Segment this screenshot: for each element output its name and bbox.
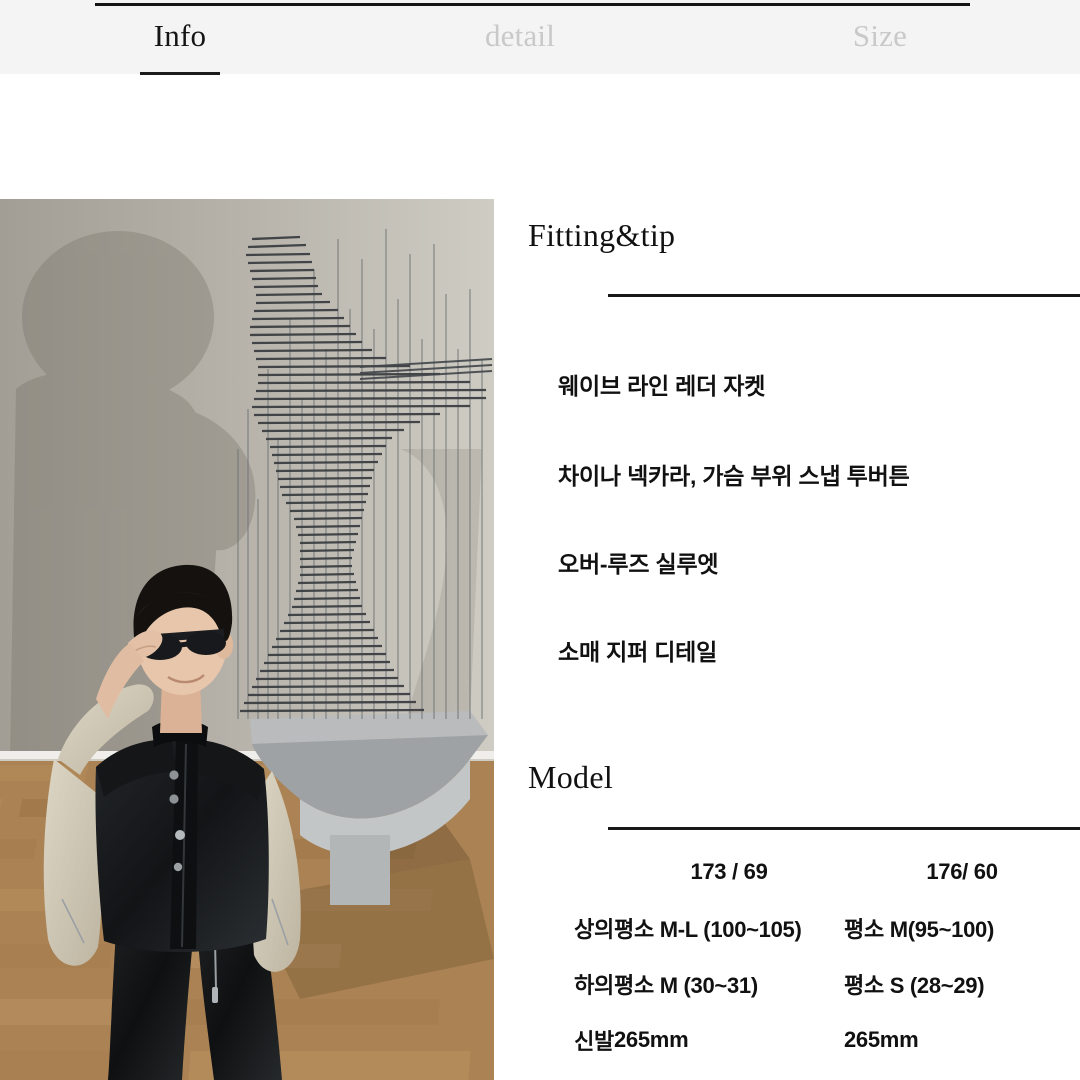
tab-size-label: Size	[852, 17, 908, 53]
tab-detail[interactable]: detail	[360, 20, 680, 55]
table-row: 상의 평소 M-L (100~105) 평소 M(95~100)	[494, 900, 1080, 956]
info-panel: Fitting&tip 웨이브 라인 레더 자켓 차이나 넥카라, 가슴 부위 …	[494, 199, 1080, 1080]
row-value-b: 265mm	[844, 1027, 919, 1052]
feature-item: 차이나 넥카라, 가슴 부위 스냅 투버튼	[558, 463, 910, 489]
model-col-blank	[494, 844, 614, 900]
fitting-divider	[608, 294, 1080, 297]
tab-info-label: Info	[153, 17, 207, 53]
product-photo-illustration	[0, 199, 494, 1080]
row-value-a: 265mm	[614, 1027, 689, 1052]
tab-detail-label: detail	[484, 17, 556, 53]
row-label: 하의	[574, 973, 614, 998]
feature-item: 소매 지퍼 디테일	[558, 639, 718, 665]
model-col-a-header: 173 / 69	[690, 859, 768, 884]
row-label: 신발	[574, 1029, 614, 1054]
model-divider	[608, 827, 1080, 830]
tab-active-underline	[140, 71, 220, 75]
row-value-b: 평소 M(95~100)	[844, 917, 994, 942]
row-value-a: 평소 M (30~31)	[614, 973, 758, 998]
row-value-a: 평소 M-L (100~105)	[614, 917, 802, 942]
feature-item: 웨이브 라인 레더 자켓	[558, 373, 766, 399]
model-spec-table: 173 / 69 176/ 60 상의 평소 M-L (100~105) 평소 …	[494, 844, 1080, 1068]
tab-info[interactable]: Info	[0, 17, 360, 75]
row-label: 상의	[574, 917, 614, 942]
product-photo[interactable]	[0, 199, 494, 1080]
model-heading: Model	[528, 759, 614, 795]
table-header-row: 173 / 69 176/ 60	[494, 844, 1080, 900]
product-info-page: Info detail Size Fitting&tip 웨이브 라인 레더 자…	[0, 0, 1080, 1080]
table-row: 하의 평소 M (30~31) 평소 S (28~29)	[494, 956, 1080, 1012]
fitting-heading: Fitting&tip	[528, 217, 676, 253]
model-table-head: 173 / 69 176/ 60	[494, 844, 1080, 900]
tab-list: Info detail Size	[0, 0, 1080, 75]
tab-size[interactable]: Size	[680, 20, 1080, 55]
row-value-b: 평소 S (28~29)	[844, 973, 985, 998]
model-table-body: 상의 평소 M-L (100~105) 평소 M(95~100) 하의 평소 M…	[494, 900, 1080, 1068]
feature-item: 오버-루즈 실루엣	[558, 551, 719, 577]
model-col-b-header: 176/ 60	[926, 859, 998, 884]
table-row: 신발 265mm 265mm	[494, 1012, 1080, 1068]
tab-bar: Info detail Size	[0, 0, 1080, 75]
